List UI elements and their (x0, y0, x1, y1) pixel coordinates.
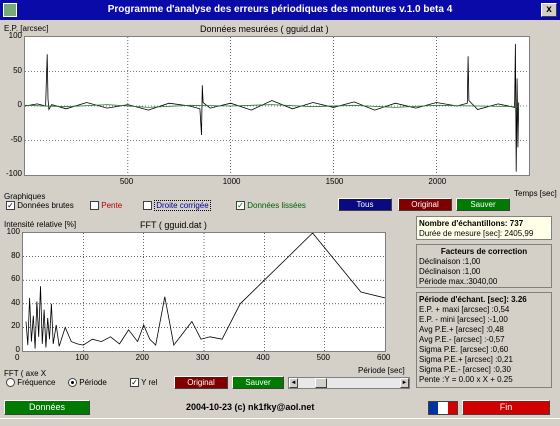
smoothed-data-checkbox[interactable]: ✓ Données lissées (236, 201, 306, 211)
fft-save-button[interactable]: Sauver (232, 376, 284, 389)
x-tick-label: 0 (15, 353, 20, 362)
y-tick-label: 40 (11, 297, 20, 307)
stat-line: E.P. - mini [arcsec] :-1,00 (419, 315, 508, 324)
x-tick-label: 1500 (325, 177, 344, 186)
y-rel-checkbox[interactable]: ✓ Y rel (130, 378, 158, 388)
smoothed-data-check-box[interactable]: ✓ (236, 201, 245, 211)
stat-line: Avg P.E.- [arcsec] :-0,57 (419, 335, 505, 344)
x-tick-label: 2000 (428, 177, 447, 186)
stat-line: Sigma P.E.- [arcsec] :0,30 (419, 365, 511, 374)
french-flag-icon[interactable] (428, 401, 458, 415)
measure-duration: Durée de mesure [sec]: 2405,99 (419, 229, 534, 238)
corrected-line-label: Droite corrigée (154, 200, 211, 211)
fft-chart-svg (23, 232, 386, 351)
corrected-line-check-box[interactable] (143, 201, 152, 211)
fft-chart-xlabel: Période [sec] (358, 366, 405, 375)
graph-options-group-label: Graphiques (4, 192, 46, 201)
sample-info-box: Nombre d'échantillons: 737 Durée de mesu… (416, 216, 552, 240)
stat-line: Avg P.E.+ [arcsec] :0,48 (419, 325, 504, 334)
scroll-left-arrow-icon[interactable]: ◄ (289, 378, 298, 388)
raw-data-label: Données brutes (17, 201, 74, 210)
period-radio[interactable]: Période (68, 378, 107, 388)
stat-line: Période d'échant. [sec]: 3.26 (419, 295, 527, 304)
correction-declination: Déclinaison :1,00 (419, 257, 481, 266)
y-tick-label: 20 (11, 321, 20, 331)
top-chart-x-axis: 500 1000 1500 2000 (24, 177, 530, 187)
sample-count: Nombre d'échantillons: 737 (419, 219, 524, 228)
fft-chart-x-axis: 0 100 200 300 400 500 600 (15, 353, 390, 363)
window-title-bar: Programme d'analyse des erreurs périodiq… (0, 0, 560, 20)
top-chart-plot (24, 36, 530, 176)
scroll-right-arrow-icon[interactable]: ► (400, 378, 409, 388)
fft-scrollbar[interactable]: ◄ ► (288, 377, 410, 389)
slope-check-box[interactable] (90, 201, 99, 211)
all-button[interactable]: Tous (338, 198, 392, 211)
x-tick-label: 1000 (222, 177, 241, 186)
frequency-label: Fréquence (17, 378, 56, 387)
y-rel-check-box[interactable]: ✓ (130, 378, 139, 388)
y-tick-label: 80 (11, 250, 20, 260)
top-chart-svg (24, 37, 529, 175)
period-radio-dot[interactable] (68, 378, 77, 388)
data-button[interactable]: Données (4, 400, 90, 415)
x-tick-label: 500 (316, 353, 331, 362)
corrected-line-checkbox[interactable]: Droite corrigée (143, 200, 211, 211)
stat-line: Sigma P.E.+ [arcsec] :0,21 (419, 355, 513, 364)
x-tick-label: 500 (119, 177, 134, 186)
y-tick-label: 0 (17, 100, 22, 109)
taskbar-strip (0, 418, 560, 426)
y-tick-label: 50 (13, 65, 22, 75)
smoothed-data-label: Données lissées (247, 201, 306, 210)
stat-line: Sigma P.E. [arcsec] :0,60 (419, 345, 509, 354)
statistics-box: Période d'échant. [sec]: 3.26 E.P. + maxi… (416, 292, 552, 388)
window-title: Programme d'analyse des erreurs périodiq… (107, 4, 453, 15)
x-tick-label: 300 (196, 353, 210, 362)
y-tick-label: 60 (11, 274, 20, 284)
x-tick-label: 600 (377, 353, 391, 362)
correction-max-period: Période max.:3040,00 (419, 277, 498, 286)
x-tick-label: 200 (135, 353, 150, 362)
y-rel-label: Y rel (141, 378, 158, 387)
y-tick-label: -100 (5, 169, 22, 178)
fft-chart-title: FFT ( gguid.dat ) (140, 220, 207, 230)
stat-line: E.P. + maxi [arcsec] :0,54 (419, 305, 510, 314)
x-tick-label: 400 (256, 353, 270, 362)
original-button[interactable]: Original (398, 198, 452, 211)
frequency-radio[interactable]: Fréquence (6, 378, 56, 388)
frequency-radio-dot[interactable] (6, 378, 15, 388)
slope-label: Pente (101, 201, 123, 210)
period-label: Période (79, 378, 107, 387)
raw-data-checkbox[interactable]: ✓ Données brutes (6, 201, 74, 211)
correction-factors-box: Facteurs de correction Déclinaison :1,00… (416, 244, 552, 288)
save-button[interactable]: Sauver (456, 198, 510, 211)
slope-checkbox[interactable]: Pente (90, 201, 123, 211)
stat-line: Pente :Y = 0.00 x X + 0.25 (419, 375, 513, 384)
y-tick-label: 100 (6, 227, 20, 236)
fft-chart-plot (22, 232, 386, 352)
x-tick-label: 100 (75, 353, 89, 362)
end-button[interactable]: Fin (462, 400, 550, 415)
series-line-0 (25, 232, 386, 349)
top-chart-title: Données mesurées ( gguid.dat ) (200, 24, 329, 34)
y-tick-label: 100 (8, 31, 22, 40)
fft-axis-group-label: FFT ( axe X (4, 369, 47, 378)
top-chart-y-axis: 100 50 0 -50 -100 (2, 31, 24, 178)
correction-sampling: Déclinaison :1,00 (419, 267, 481, 276)
credit-text: 2004-10-23 (c) nk1fky@aol.net (186, 402, 315, 412)
fft-chart-y-axis: 100 80 60 40 20 0 (2, 227, 22, 354)
top-chart-xlabel: Temps [sec] (514, 189, 557, 198)
fft-original-button[interactable]: Original (174, 376, 228, 389)
y-tick-label: -50 (10, 134, 22, 144)
close-button[interactable]: x (541, 3, 557, 17)
app-icon (3, 3, 17, 17)
series-line-0 (24, 43, 520, 172)
scroll-thumb[interactable] (315, 378, 327, 388)
raw-data-check-box[interactable]: ✓ (6, 201, 15, 211)
correction-title: Facteurs de correction (440, 247, 528, 256)
